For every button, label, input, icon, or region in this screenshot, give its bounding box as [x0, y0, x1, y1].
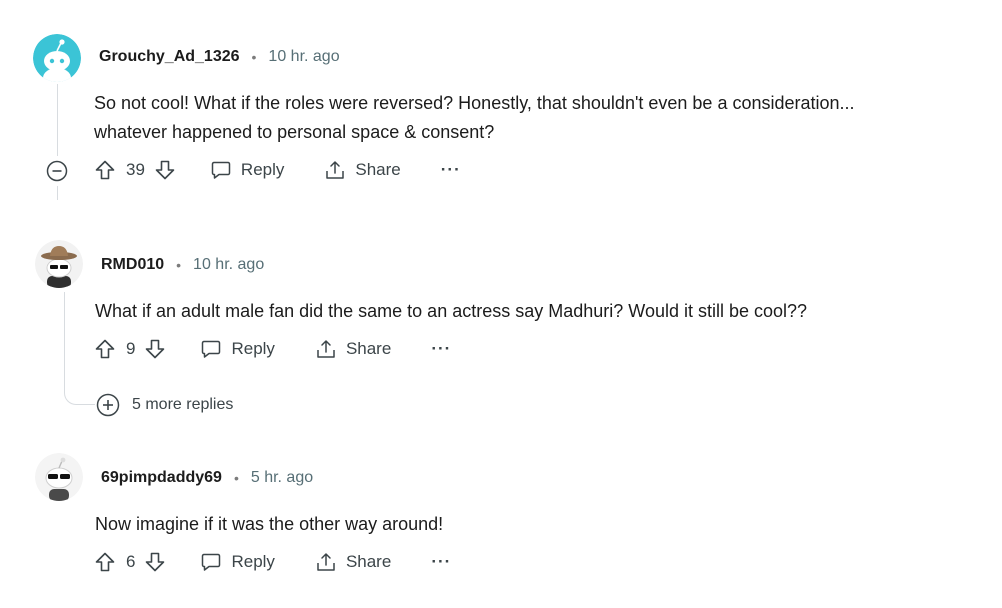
- comment-actions: 39 Reply Share ···: [94, 159, 461, 181]
- username[interactable]: Grouchy_Ad_1326: [99, 48, 240, 66]
- upvote-arrow-icon[interactable]: [94, 551, 116, 573]
- snoo-sunglasses-avatar-icon: [35, 453, 83, 501]
- timestamp[interactable]: 10 hr. ago: [268, 48, 339, 66]
- comment-meta: Grouchy_Ad_1326 • 10 hr. ago: [99, 48, 340, 66]
- more-replies-button[interactable]: 5 more replies: [96, 393, 233, 417]
- avatar[interactable]: [33, 34, 81, 82]
- reply-button[interactable]: Reply: [200, 338, 275, 360]
- separator-dot: •: [233, 470, 239, 486]
- vote-group: 39: [94, 159, 176, 181]
- share-icon: [315, 551, 337, 573]
- reply-button[interactable]: Reply: [200, 551, 275, 573]
- comment-body: What if an adult male fan did the same t…: [95, 297, 807, 326]
- separator-dot: •: [176, 257, 182, 273]
- share-label: Share: [355, 160, 401, 179]
- share-button[interactable]: Share: [324, 159, 401, 181]
- more-options-button[interactable]: ···: [431, 339, 451, 359]
- vote-count: 39: [126, 160, 145, 179]
- downvote-arrow-icon[interactable]: [144, 551, 166, 573]
- share-button[interactable]: Share: [315, 338, 391, 360]
- comment-body: Now imagine if it was the other way arou…: [95, 510, 443, 539]
- share-button[interactable]: Share: [315, 551, 391, 573]
- more-options-button[interactable]: ···: [441, 160, 461, 180]
- downvote-arrow-icon[interactable]: [144, 338, 166, 360]
- vote-count: 9: [126, 339, 136, 358]
- thread-line: [64, 292, 65, 392]
- snoo-avatar-icon: [33, 34, 81, 82]
- vote-group: 6: [94, 551, 166, 573]
- comment-body: So not cool! What if the roles were reve…: [94, 89, 855, 147]
- collapse-thread-button[interactable]: [46, 160, 68, 182]
- comment-text-line: Now imagine if it was the other way arou…: [95, 514, 444, 534]
- comment-text-line: whatever happened to personal space & co…: [94, 122, 495, 142]
- avatar[interactable]: [35, 453, 83, 501]
- avatar[interactable]: [35, 240, 83, 288]
- snoo-cowboy-avatar-icon: [35, 240, 83, 288]
- reply-label: Reply: [231, 552, 275, 571]
- plus-circle-icon: [96, 393, 120, 417]
- vote-count: 6: [126, 552, 136, 571]
- downvote-arrow-icon[interactable]: [154, 159, 176, 181]
- timestamp[interactable]: 10 hr. ago: [193, 256, 264, 274]
- comment-actions: 6 Reply Share ···: [94, 551, 451, 573]
- comment-text-line: So not cool! What if the roles were reve…: [94, 93, 855, 113]
- comment-bubble-icon: [200, 338, 222, 360]
- thread-line: [57, 84, 58, 156]
- comment-actions: 9 Reply Share ···: [94, 338, 451, 360]
- ellipsis-icon: ···: [431, 339, 452, 358]
- timestamp[interactable]: 5 hr. ago: [251, 469, 313, 487]
- ellipsis-icon: ···: [431, 552, 452, 571]
- upvote-arrow-icon[interactable]: [94, 338, 116, 360]
- more-options-button[interactable]: ···: [431, 552, 451, 572]
- comment-meta: RMD010 • 10 hr. ago: [101, 256, 264, 274]
- comment-bubble-icon: [200, 551, 222, 573]
- share-label: Share: [345, 339, 392, 358]
- reply-label: Reply: [231, 339, 275, 358]
- separator-dot: •: [251, 49, 257, 65]
- thread-line: [57, 186, 58, 200]
- username[interactable]: 69pimpdaddy69: [101, 469, 222, 487]
- upvote-arrow-icon[interactable]: [94, 159, 116, 181]
- username[interactable]: RMD010: [101, 256, 164, 274]
- ellipsis-icon: ···: [440, 160, 461, 179]
- comment-bubble-icon: [210, 159, 232, 181]
- comment-text-line: What if an adult male fan did the same t…: [95, 301, 808, 321]
- thread-branch: [64, 382, 95, 405]
- reply-button[interactable]: Reply: [210, 159, 284, 181]
- share-icon: [324, 159, 346, 181]
- comment-meta: 69pimpdaddy69 • 5 hr. ago: [101, 469, 313, 487]
- vote-group: 9: [94, 338, 166, 360]
- more-replies-label: 5 more replies: [132, 396, 234, 413]
- minus-circle-icon: [46, 160, 68, 182]
- reply-label: Reply: [240, 160, 285, 179]
- share-icon: [315, 338, 337, 360]
- share-label: Share: [345, 552, 392, 571]
